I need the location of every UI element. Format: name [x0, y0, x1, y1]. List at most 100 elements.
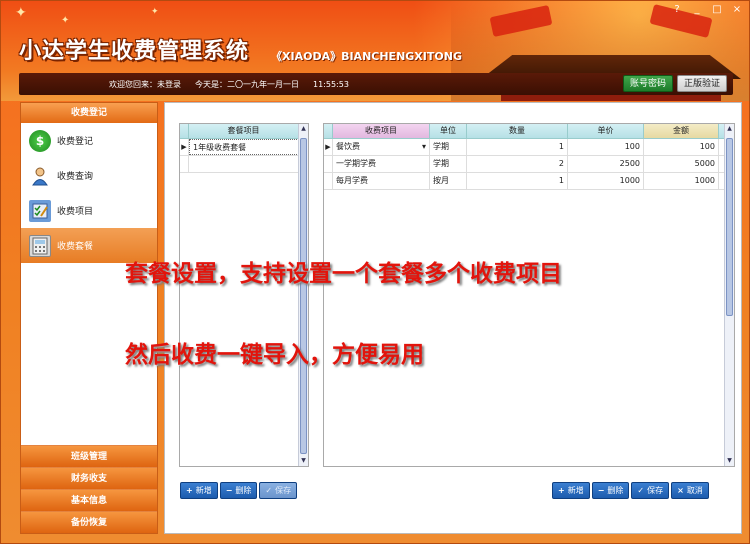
- maximize-button[interactable]: □: [709, 4, 725, 16]
- sidebar-item-fee-register[interactable]: $ 收费登记: [21, 123, 157, 158]
- minus-icon: −: [597, 485, 605, 495]
- save-item-button[interactable]: ✓ 保存: [631, 482, 670, 499]
- date-text: 今天是：二〇一九年一月一日: [195, 79, 299, 89]
- column-header-unit[interactable]: 单位: [430, 124, 467, 138]
- row-indicator-header: [180, 124, 189, 138]
- promo-caption-1: 套餐设置，支持设置一个套餐多个收费项目: [125, 261, 562, 287]
- price-cell[interactable]: 1000: [568, 173, 644, 189]
- row-indicator: [324, 156, 333, 172]
- package-name-cell[interactable]: 1年级收费套餐: [189, 139, 299, 155]
- fee-item-button-group: + 新增 − 删除 ✓ 保存 × 取消: [552, 482, 709, 499]
- status-bar: 欢迎您回来：未登录 今天是：二〇一九年一月一日 11:55:53 账号密码 正版…: [19, 73, 733, 95]
- window-controls: ? _ □ ×: [669, 4, 745, 16]
- table-row[interactable]: ▶ 餐饮费 ▾ 学期 1 100 100: [324, 139, 734, 156]
- app-title: 小达学生收费管理系统: [19, 39, 250, 64]
- add-package-button[interactable]: + 新增: [180, 482, 218, 499]
- unit-cell[interactable]: 学期: [430, 156, 467, 172]
- vertical-scrollbar[interactable]: ▲ ▼: [724, 124, 734, 466]
- time-text: 11:55:53: [313, 79, 349, 89]
- scroll-up-icon[interactable]: ▲: [725, 124, 734, 134]
- coin-icon: $: [29, 129, 51, 152]
- amount-cell[interactable]: 100: [644, 139, 719, 155]
- fee-item-cell[interactable]: 一学期学费: [333, 156, 430, 172]
- close-button[interactable]: ×: [729, 4, 745, 16]
- column-header-amount[interactable]: 金额: [644, 124, 719, 138]
- section-finance[interactable]: 财务收支: [21, 467, 157, 489]
- promo-caption-2: 然后收费一键导入，方便易用: [125, 342, 424, 368]
- fee-item-grid[interactable]: 收费项目 单位 数量 单价 金额 ▶ 餐饮费 ▾ 学期 1 100 100 一学…: [323, 123, 735, 467]
- check-icon: ✓: [637, 485, 645, 495]
- sidebar-header[interactable]: 收费登记: [21, 103, 157, 123]
- price-cell[interactable]: 2500: [568, 156, 644, 172]
- delete-package-button[interactable]: − 删除: [219, 482, 258, 499]
- dropdown-arrow-icon[interactable]: ▾: [422, 139, 426, 155]
- row-indicator: [180, 156, 189, 172]
- close-icon: ×: [677, 485, 684, 495]
- section-class-management[interactable]: 班级管理: [21, 445, 157, 467]
- sidebar-item-label: 收费套餐: [57, 242, 94, 252]
- column-header-qty[interactable]: 数量: [467, 124, 568, 138]
- section-backup-restore[interactable]: 备份恢复: [21, 511, 157, 533]
- qty-cell[interactable]: 1: [467, 139, 568, 155]
- current-row-icon: ▶: [180, 139, 189, 155]
- add-item-button[interactable]: + 新增: [552, 482, 590, 499]
- section-basic-info[interactable]: 基本信息: [21, 489, 157, 511]
- amount-cell[interactable]: 1000: [644, 173, 719, 189]
- minimize-button[interactable]: _: [689, 4, 705, 16]
- current-row-icon: ▶: [324, 139, 333, 155]
- plus-icon: +: [186, 485, 193, 495]
- table-row[interactable]: 一学期学费 学期 2 2500 5000: [324, 156, 734, 173]
- save-package-button[interactable]: ✓ 保存: [259, 482, 298, 499]
- cancel-item-button[interactable]: × 取消: [671, 482, 709, 499]
- scroll-down-icon[interactable]: ▼: [299, 456, 308, 466]
- package-name-cell[interactable]: [189, 156, 299, 172]
- help-button[interactable]: ?: [669, 4, 685, 16]
- welcome-text: 欢迎您回来：未登录: [109, 79, 181, 89]
- package-grid[interactable]: 套餐项目 ▶ 1年级收费套餐 ▲ ▼: [179, 123, 309, 467]
- vertical-scrollbar[interactable]: ▲ ▼: [298, 124, 308, 466]
- scroll-thumb[interactable]: [726, 138, 733, 316]
- qty-cell[interactable]: 2: [467, 156, 568, 172]
- account-password-button[interactable]: 账号密码: [622, 75, 673, 92]
- plus-icon: +: [558, 485, 565, 495]
- sidebar-item-fee-query[interactable]: 收费查询: [21, 158, 157, 193]
- table-row-empty[interactable]: [180, 156, 308, 173]
- sidebar-item-fee-items[interactable]: 收费项目: [21, 193, 157, 228]
- app-subtitle: 《XIAODA》BIANCHENGXITONG: [271, 50, 462, 63]
- fee-item-cell[interactable]: 餐饮费 ▾: [333, 139, 430, 155]
- fee-item-grid-header: 收费项目 单位 数量 单价 金额: [324, 124, 734, 139]
- unit-cell[interactable]: 按月: [430, 173, 467, 189]
- sidebar: 收费登记 $ 收费登记 收费查询 收费项目 收费套餐 班级管理 财务收支 基本信…: [20, 102, 158, 534]
- sidebar-item-label: 收费登记: [57, 137, 94, 147]
- column-header-item[interactable]: 收费项目: [333, 124, 430, 138]
- button-label: 删除: [607, 485, 624, 495]
- check-icon: ✓: [265, 485, 273, 495]
- user-icon: [29, 165, 51, 187]
- package-grid-header: 套餐项目: [180, 124, 308, 139]
- column-header[interactable]: 套餐项目: [189, 124, 299, 138]
- amount-cell[interactable]: 5000: [644, 156, 719, 172]
- qty-cell[interactable]: 1: [467, 173, 568, 189]
- delete-item-button[interactable]: − 删除: [591, 482, 630, 499]
- table-row[interactable]: 每月学费 按月 1 1000 1000: [324, 173, 734, 190]
- row-indicator: [324, 173, 333, 189]
- package-button-group: + 新增 − 删除 ✓ 保存: [180, 482, 298, 499]
- scroll-up-icon[interactable]: ▲: [299, 124, 308, 134]
- fee-item-cell[interactable]: 每月学费: [333, 173, 430, 189]
- unit-cell[interactable]: 学期: [430, 139, 467, 155]
- star-decoration-icon: ✦: [151, 7, 159, 17]
- button-label: 保存: [275, 485, 292, 495]
- column-header-price[interactable]: 单价: [568, 124, 644, 138]
- scroll-down-icon[interactable]: ▼: [725, 456, 734, 466]
- button-label: 取消: [686, 485, 703, 495]
- fee-item-value: 餐饮费: [336, 142, 360, 151]
- star-decoration-icon: ✦: [61, 15, 70, 26]
- table-row[interactable]: ▶ 1年级收费套餐: [180, 139, 308, 156]
- main-panel: 套餐项目 ▶ 1年级收费套餐 ▲ ▼ 收费项目 单位 数量 单价 金额 ▶ 餐饮…: [164, 102, 742, 534]
- verify-license-button[interactable]: 正版验证: [676, 75, 727, 92]
- sidebar-item-label: 收费查询: [57, 172, 94, 182]
- price-cell[interactable]: 100: [568, 139, 644, 155]
- scroll-thumb[interactable]: [300, 138, 307, 454]
- sidebar-sections: 班级管理 财务收支 基本信息 备份恢复: [21, 445, 157, 533]
- button-label: 保存: [647, 485, 664, 495]
